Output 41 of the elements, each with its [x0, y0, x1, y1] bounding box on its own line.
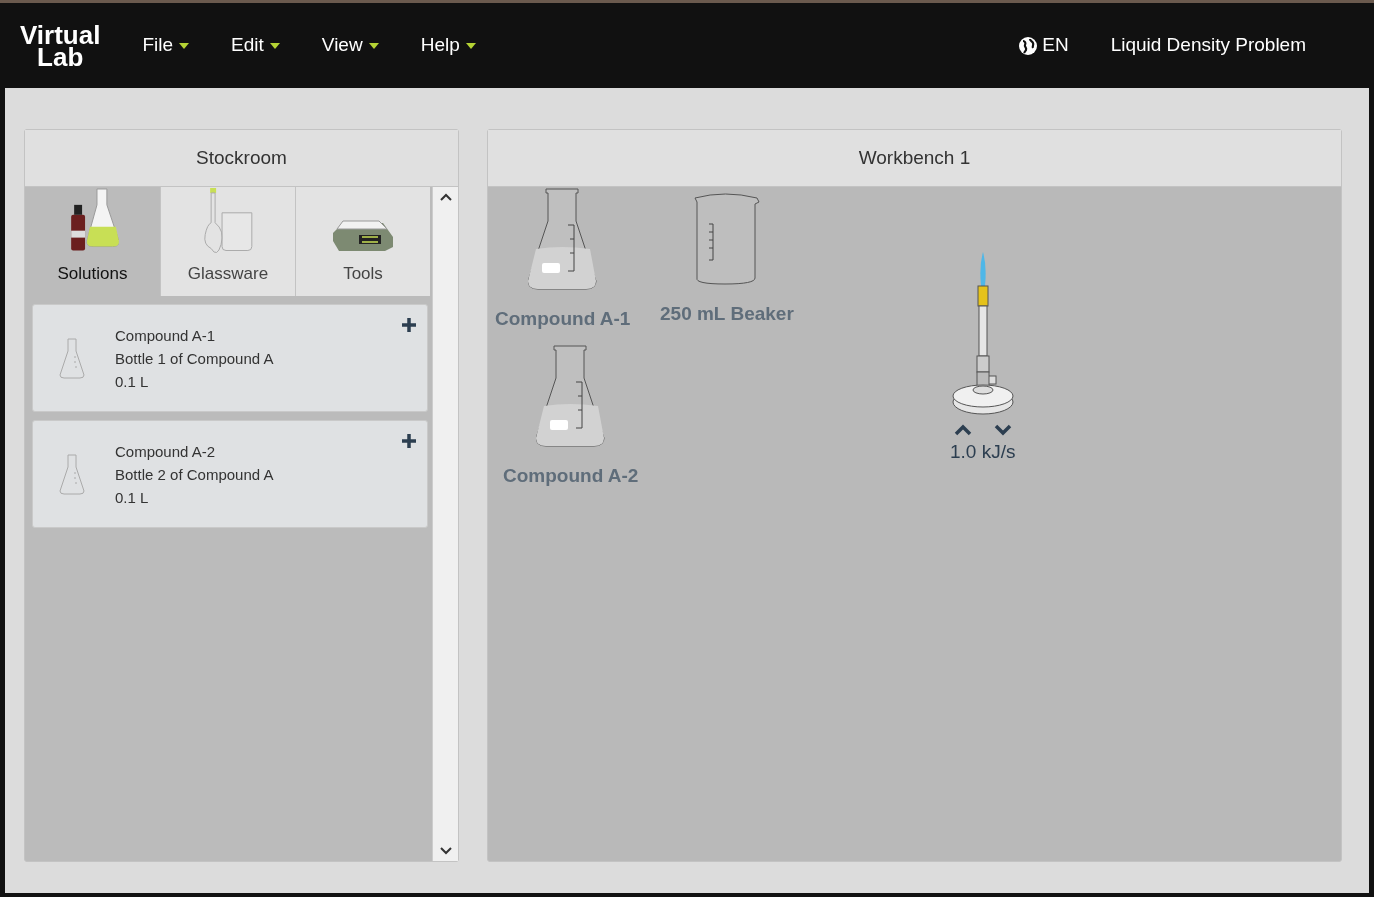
add-icon[interactable]: [401, 317, 418, 333]
solution-name: Compound A-1: [115, 325, 217, 346]
problem-title: Liquid Density Problem: [1110, 33, 1306, 58]
stockroom-tab[interactable]: Tools: [295, 187, 430, 296]
item-label: 250 mL Beaker: [660, 302, 794, 326]
item-label: Compound A-1: [495, 307, 631, 331]
logo-text: Lab: [37, 45, 84, 68]
flask-icon: [58, 453, 86, 495]
language-selector[interactable]: EN: [1042, 31, 1069, 60]
erlenmeyer-flask-icon: [527, 187, 598, 291]
menu-button[interactable]: File: [126, 23, 206, 68]
menu-button[interactable]: View: [305, 23, 395, 68]
decrease-icon[interactable]: [993, 424, 1012, 436]
increase-icon[interactable]: [953, 424, 972, 436]
solution-description: Bottle 2 of Compound A: [115, 464, 274, 485]
add-icon[interactable]: [401, 433, 418, 449]
caret-icon: [368, 42, 379, 49]
caret-icon: [269, 42, 280, 49]
solution-volume: 0.1 L: [115, 487, 150, 508]
solution-volume: 0.1 L: [115, 371, 150, 392]
solution-card[interactable]: Compound A-1 Bottle 1 of Compound A 0.1 L: [32, 304, 429, 412]
erlenmeyer-flask-icon: [535, 344, 606, 448]
panel-title: Stockroom: [196, 145, 287, 170]
scrollbar[interactable]: [432, 187, 458, 861]
panel-title: Workbench 1: [858, 145, 971, 170]
item-label: Compound A-2: [503, 464, 639, 488]
solution-card[interactable]: Compound A-2 Bottle 2 of Compound A 0.1 L: [32, 420, 429, 528]
solution-description: Bottle 1 of Compound A: [115, 348, 274, 369]
caret-icon: [465, 42, 476, 49]
solution-name: Compound A-2: [115, 441, 217, 462]
globe-icon: [1018, 35, 1039, 56]
flask-icon: [58, 337, 86, 379]
scroll-down-icon[interactable]: [438, 846, 453, 856]
scroll-up-icon[interactable]: [438, 192, 453, 202]
menu-button[interactable]: Edit: [215, 23, 296, 68]
caret-icon: [179, 42, 190, 49]
stockroom-tab[interactable]: Glassware: [160, 187, 295, 296]
beaker-icon: [692, 192, 761, 286]
logo-text: Virtual: [20, 23, 101, 46]
heat-rate-label: 1.0 kJ/s: [950, 440, 1016, 464]
menu-button[interactable]: Help: [404, 23, 492, 68]
